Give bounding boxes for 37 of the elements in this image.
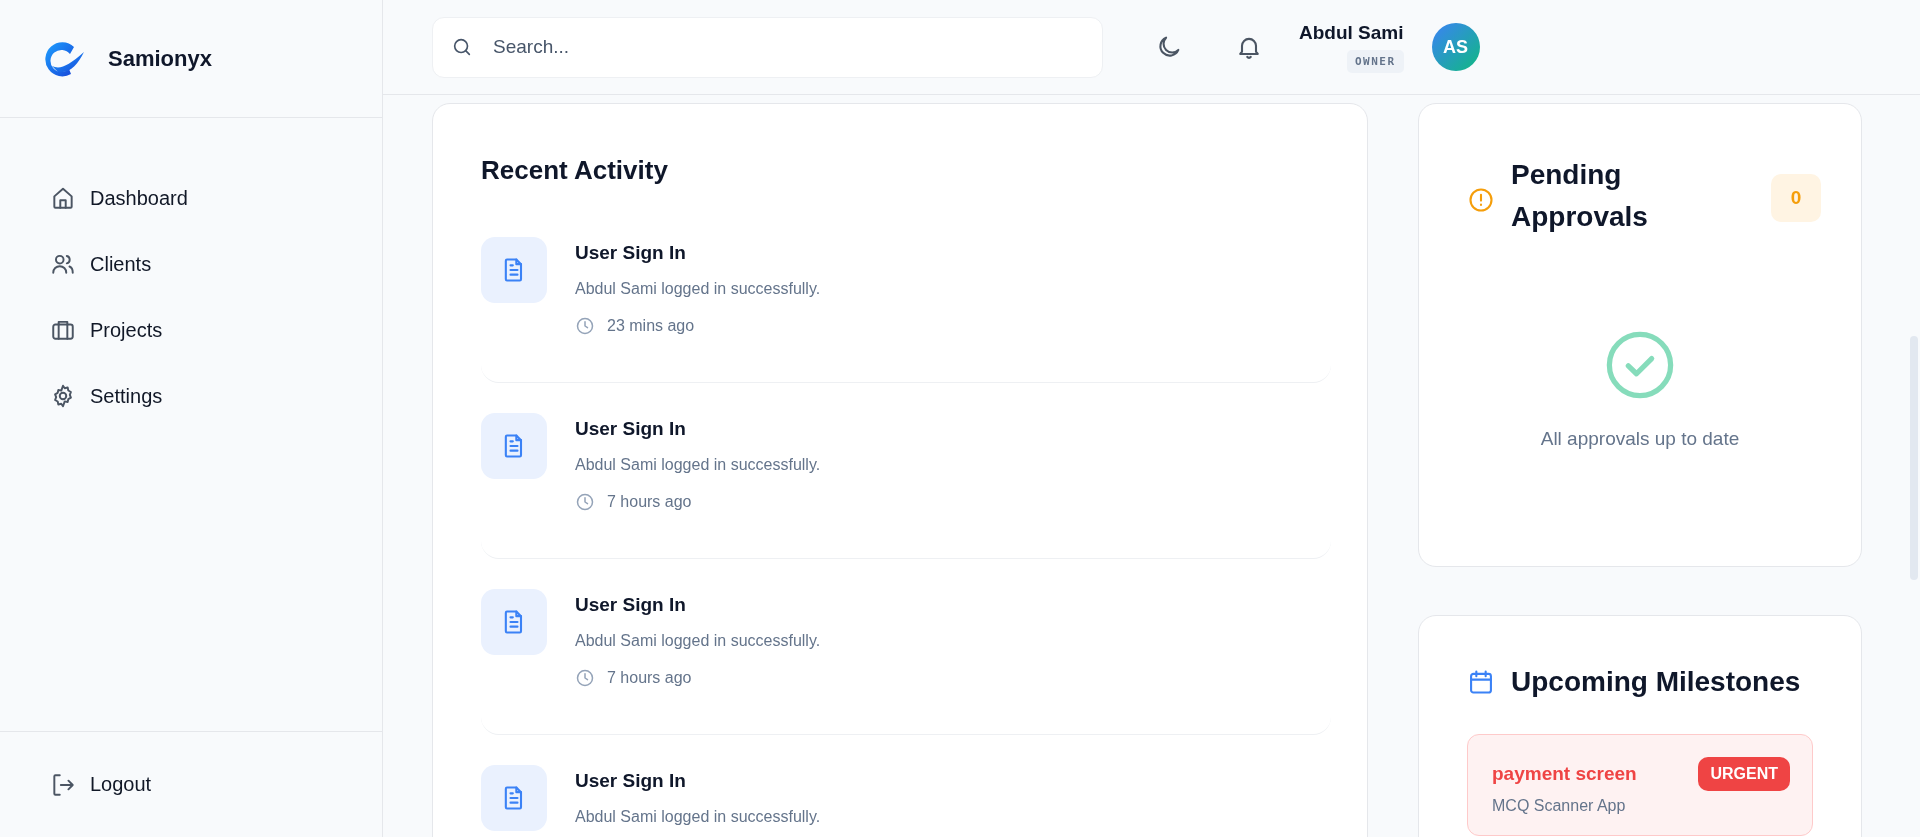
role-badge: OWNER (1346, 49, 1404, 73)
activity-description: Abdul Sami logged in successfully. (575, 808, 821, 826)
search-field[interactable]: Search... (432, 16, 1103, 78)
alert-icon (1467, 186, 1495, 214)
logout-link[interactable]: Logout (50, 771, 152, 798)
count-badge: 0 (1771, 174, 1821, 222)
activity-time: 23 mins ago (607, 317, 695, 335)
activity-title: User Sign In (575, 770, 687, 792)
milestone-project: MCQ Scanner App (1492, 797, 1627, 815)
activity-title: User Sign In (575, 594, 687, 616)
nav-item[interactable]: Projects (46, 300, 326, 360)
nav-item[interactable]: Clients (46, 234, 326, 294)
card-title: Recent Activity (481, 154, 669, 186)
brand-name: Samionyx (108, 45, 212, 72)
activity-description: Abdul Sami logged in successfully. (575, 456, 821, 474)
home-icon (50, 185, 76, 211)
activity-time: 7 hours ago (607, 669, 692, 687)
activity-title: User Sign In (575, 418, 687, 440)
card-title: Pending Approvals (1511, 158, 1649, 234)
activity-title: User Sign In (575, 242, 687, 264)
logout-icon (50, 771, 76, 798)
card-title: Upcoming Milestones (1511, 666, 1801, 698)
check-circle-icon (1605, 330, 1675, 400)
milestone-title: payment screen (1492, 763, 1637, 785)
nav-item[interactable]: Dashboard (46, 168, 326, 228)
activity-description: Abdul Sami logged in successfully. (575, 280, 821, 298)
activity-description: Abdul Sami logged in successfully. (575, 632, 821, 650)
clock-icon (575, 492, 595, 512)
nav-item[interactable]: Settings (46, 366, 326, 426)
calendar-icon (1467, 668, 1495, 696)
user-name: Abdul Sami (1299, 21, 1404, 44)
activity-time: 7 hours ago (607, 493, 692, 511)
milestone-item[interactable]: payment screen URGENT MCQ Scanner App (1467, 734, 1813, 836)
clock-icon (575, 316, 595, 336)
priority-badge: URGENT (1698, 757, 1790, 791)
empty-message: All approvals up to date (1540, 428, 1740, 450)
clock-icon (575, 668, 595, 688)
